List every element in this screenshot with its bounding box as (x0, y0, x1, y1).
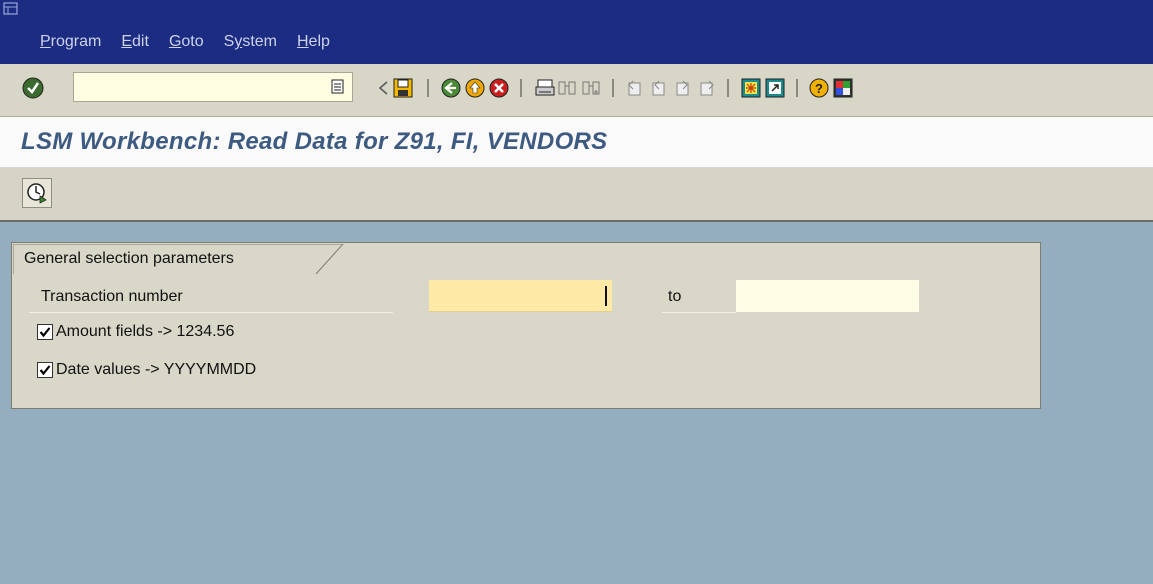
date-values-label: Date values -> YYYYMMDD (56, 361, 257, 378)
amount-fields-checkbox[interactable] (37, 324, 53, 340)
menu-items: Program Edit Goto System Help (40, 33, 350, 51)
next-page-icon[interactable] (672, 77, 694, 99)
group-title: General selection parameters (24, 250, 234, 267)
menu-program[interactable]: Program (40, 33, 101, 51)
back-arrow-icon[interactable] (372, 77, 394, 99)
to-label: to (668, 288, 682, 305)
enter-icon[interactable] (22, 77, 44, 99)
find-icon[interactable] (556, 77, 578, 99)
first-page-icon[interactable] (624, 77, 646, 99)
menu-edit[interactable]: Edit (121, 33, 149, 51)
help-icon[interactable]: ? (808, 77, 830, 99)
history-icon[interactable] (331, 79, 344, 94)
menu-help[interactable]: Help (297, 33, 330, 51)
execute-button[interactable] (22, 178, 52, 208)
transaction-number-label: Transaction number (41, 288, 183, 305)
cancel-icon[interactable] (488, 77, 510, 99)
toolbar-separator (427, 79, 429, 97)
print-icon[interactable] (534, 77, 556, 99)
menu-bar: Program Edit Goto System Help (0, 0, 1153, 64)
date-values-checkbox[interactable] (37, 362, 53, 378)
menu-goto[interactable]: Goto (169, 33, 204, 51)
window-menu-icon[interactable] (3, 2, 19, 16)
checkmark-icon (39, 327, 51, 338)
exit-icon[interactable] (464, 77, 486, 99)
amount-fields-label: Amount fields -> 1234.56 (56, 323, 235, 340)
back-icon[interactable] (440, 77, 462, 99)
last-page-icon[interactable] (696, 77, 718, 99)
label-underline (29, 312, 393, 313)
toolbar-separator (520, 79, 522, 97)
transaction-from-field[interactable] (429, 280, 612, 312)
toolbar-separator (727, 79, 729, 97)
transaction-to-field[interactable] (736, 280, 919, 312)
page-title: LSM Workbench: Read Data for Z91, FI, VE… (21, 128, 608, 155)
toolbar-separator (796, 79, 798, 97)
command-field[interactable] (73, 72, 353, 102)
new-session-icon[interactable] (740, 77, 762, 99)
find-next-icon[interactable] (580, 77, 602, 99)
save-icon[interactable] (392, 77, 414, 99)
layout-icon[interactable] (832, 77, 854, 99)
prev-page-icon[interactable] (648, 77, 670, 99)
svg-text:?: ? (815, 81, 823, 96)
shortcut-icon[interactable] (764, 77, 786, 99)
checkmark-icon (39, 365, 51, 376)
execute-clock-icon (27, 183, 47, 204)
menu-system[interactable]: System (224, 33, 277, 51)
label-underline (662, 312, 736, 313)
toolbar-separator (612, 79, 614, 97)
application-toolbar (0, 168, 1153, 222)
text-cursor (605, 286, 607, 306)
